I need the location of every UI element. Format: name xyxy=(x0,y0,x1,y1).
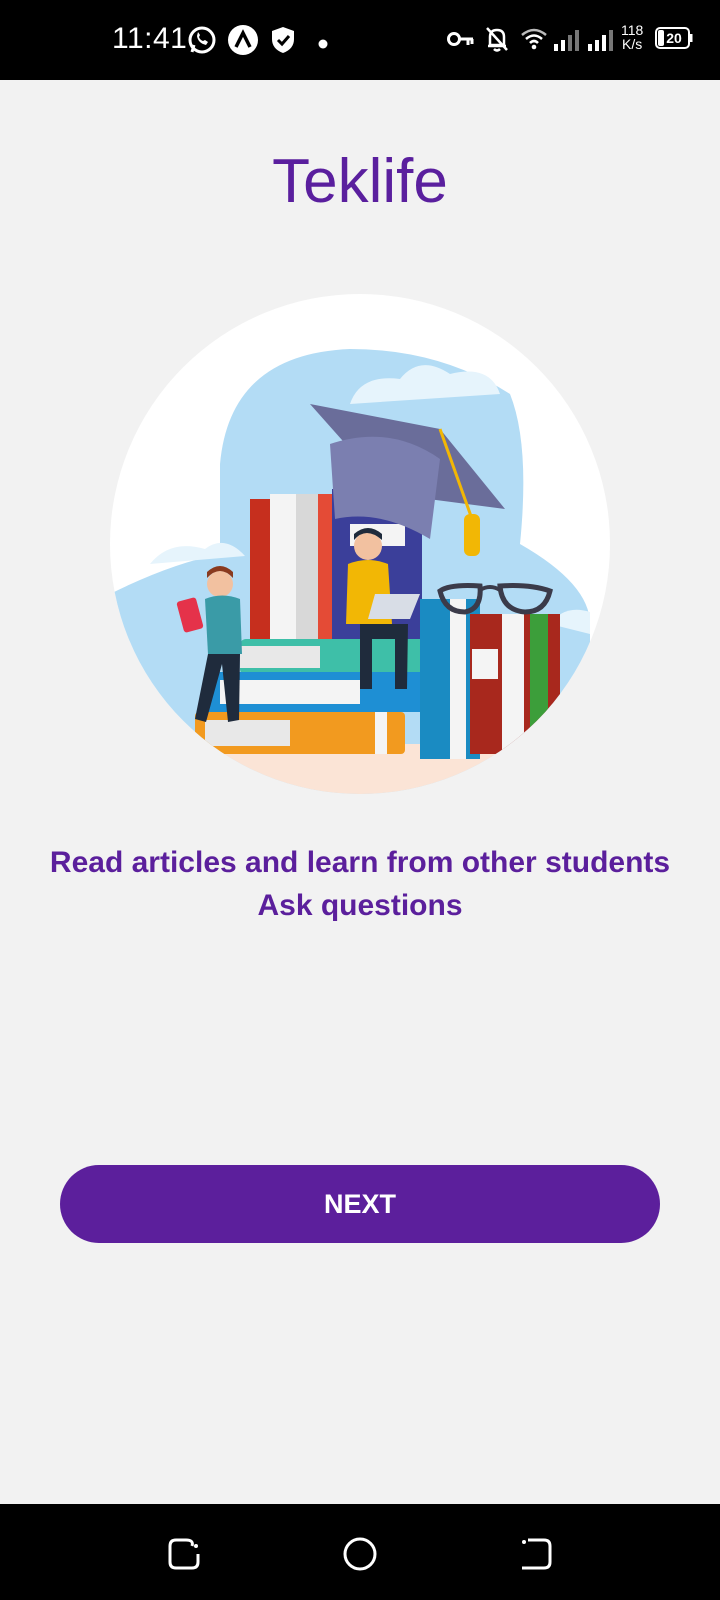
back-icon[interactable] xyxy=(516,1534,556,1574)
onboarding-subtitle-line2: Ask questions xyxy=(257,889,463,922)
navigation-bar xyxy=(0,1504,720,1600)
app-title: Teklife xyxy=(272,147,448,216)
network-speed: 118 K/s xyxy=(621,23,643,51)
network-speed-value: 118 xyxy=(621,22,644,38)
signal-icon-2 xyxy=(587,28,617,57)
status-bar: 11:41 118 K/s 20 xyxy=(0,0,720,80)
whatsapp-icon xyxy=(186,24,218,61)
network-speed-unit: K/s xyxy=(622,36,643,52)
recent-apps-icon[interactable] xyxy=(164,1534,204,1574)
onboarding-subtitle-line1: Read articles and learn from other stude… xyxy=(49,846,671,879)
bell-off-icon xyxy=(484,25,510,58)
home-icon[interactable] xyxy=(340,1534,380,1574)
wifi-icon xyxy=(520,27,548,56)
shield-icon xyxy=(270,25,296,60)
battery-icon: 20 xyxy=(655,27,693,49)
status-time: 11:41 xyxy=(112,22,188,55)
signal-icon xyxy=(553,28,583,57)
app-notification-icon xyxy=(227,24,259,61)
onboarding-illustration xyxy=(110,294,610,794)
next-button[interactable]: NEXT xyxy=(60,1165,660,1243)
vpn-key-icon xyxy=(447,28,475,55)
dot-icon xyxy=(318,36,328,54)
battery-level: 20 xyxy=(666,30,682,46)
